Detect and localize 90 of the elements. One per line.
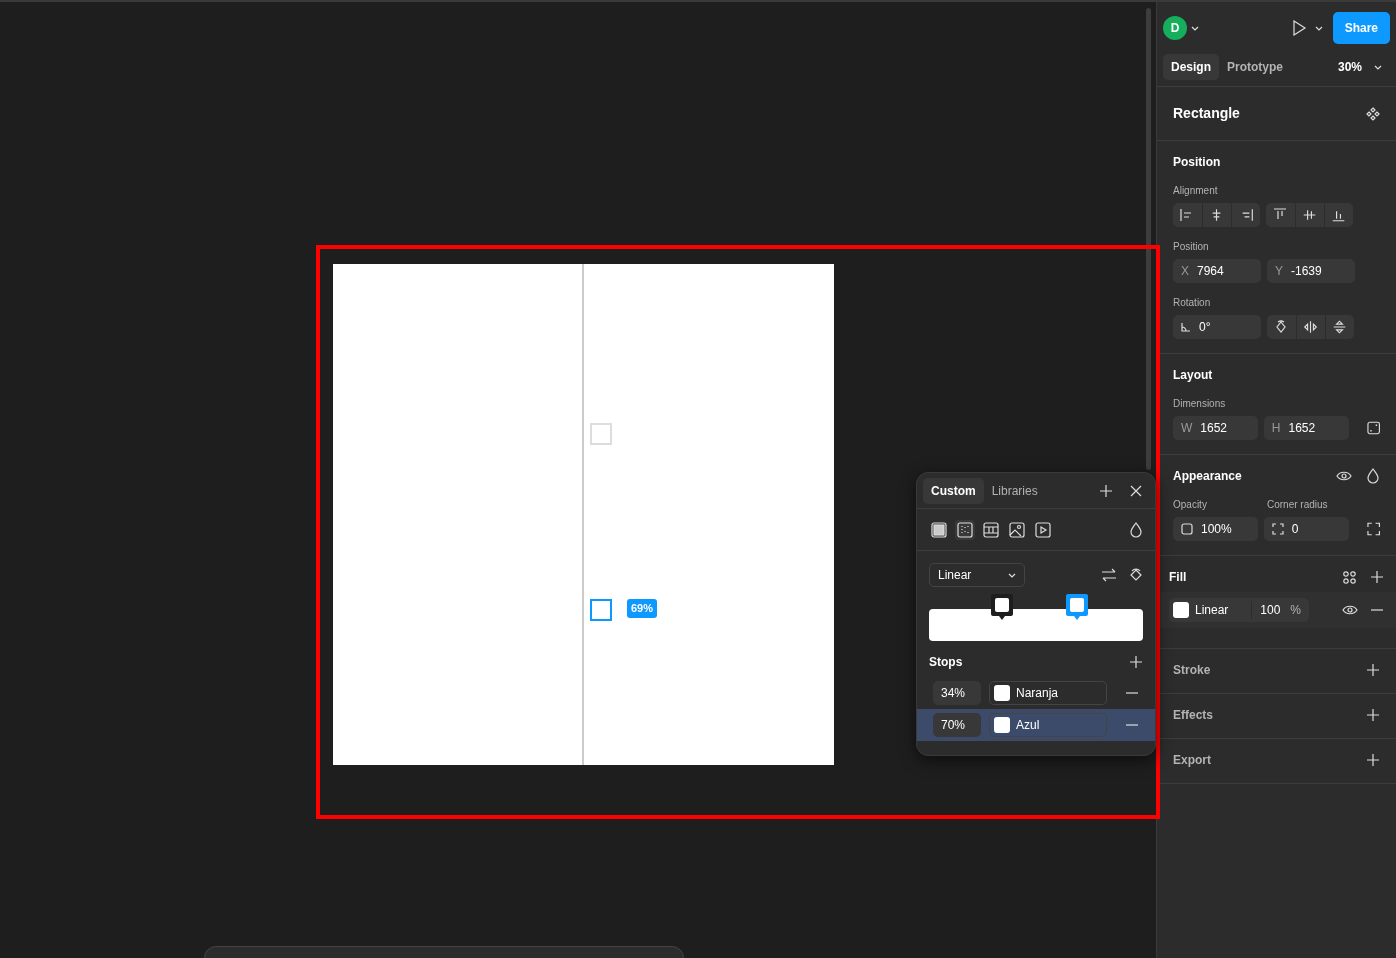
close-icon[interactable] [1129, 483, 1143, 498]
section-title: Appearance [1173, 468, 1243, 485]
opacity-icon [1181, 523, 1193, 535]
field-value: 1652 [1200, 420, 1228, 437]
corner-icon [1271, 523, 1284, 535]
add-icon[interactable] [1370, 570, 1384, 584]
add-icon[interactable] [1129, 655, 1143, 669]
width-input[interactable]: W 1652 [1173, 416, 1258, 440]
section-title: Stroke [1173, 662, 1212, 679]
gradient-fill-icon[interactable] [955, 519, 975, 540]
field-value: 1652 [1288, 420, 1316, 437]
eye-icon[interactable] [1342, 603, 1358, 617]
field-label: Position [1173, 240, 1210, 254]
caret-icon[interactable] [1191, 25, 1199, 31]
stop-color-input[interactable]: Azul [989, 713, 1107, 737]
field-label: X [1181, 263, 1189, 280]
color-swatch[interactable] [994, 717, 1010, 733]
zoom-level[interactable]: 30% [1337, 58, 1362, 76]
stop-row[interactable]: 34% Naranja [917, 677, 1155, 709]
section-title: Stops [929, 654, 964, 671]
section-title: Effects [1173, 707, 1214, 724]
color-swatch[interactable] [1173, 602, 1189, 618]
play-icon[interactable] [1291, 20, 1307, 36]
gradient-stop-handle[interactable] [989, 593, 1014, 621]
rotate-icon[interactable] [1129, 567, 1143, 583]
field-label: Y [1275, 263, 1283, 280]
x-input[interactable]: X 7964 [1173, 259, 1261, 283]
tab[interactable]: Prototype [1219, 54, 1292, 80]
tab[interactable]: Custom [923, 477, 984, 504]
stop-color-input[interactable]: Naranja [989, 681, 1107, 705]
resize-icon[interactable] [1366, 421, 1380, 435]
field-label: Alignment [1173, 184, 1219, 198]
field-value: 7964 [1197, 263, 1224, 280]
gradient-slider[interactable] [929, 593, 1143, 641]
color-name: Azul [1016, 717, 1040, 734]
field-value: 0 [1291, 521, 1299, 538]
field-label: Dimensions [1173, 397, 1227, 411]
layer-title: Rectangle [1173, 104, 1240, 123]
pattern-fill-icon[interactable] [981, 519, 1001, 540]
section-title: Export [1173, 752, 1212, 769]
rotation-input[interactable]: 0° [1173, 315, 1261, 339]
field-label: Corner radius [1267, 498, 1328, 512]
drop-icon[interactable] [1129, 521, 1143, 538]
field-label: W [1181, 420, 1193, 437]
drop-icon[interactable] [1366, 468, 1380, 484]
tab[interactable]: Design [1163, 54, 1219, 80]
opacity-input[interactable]: 100% [1173, 517, 1258, 541]
caret-icon[interactable] [1374, 64, 1382, 70]
add-icon[interactable] [1366, 663, 1380, 677]
color-name: Naranja [1016, 685, 1059, 702]
add-icon[interactable] [1366, 753, 1380, 767]
field-label: H [1271, 420, 1281, 437]
corners-icon[interactable] [1366, 522, 1380, 536]
gradient-type-dropdown[interactable]: Linear [929, 563, 1025, 587]
add-icon[interactable] [1366, 708, 1380, 722]
height-input[interactable]: H 1652 [1263, 416, 1349, 440]
swap-icon[interactable] [1101, 568, 1117, 582]
field-value: -1639 [1291, 263, 1322, 280]
scrollbar[interactable] [1146, 8, 1151, 470]
corner-radius-input[interactable]: 0 [1263, 517, 1349, 541]
caret-icon[interactable] [1314, 25, 1323, 31]
tab[interactable]: Libraries [983, 477, 1046, 504]
stop-position-input[interactable]: 34% [933, 681, 981, 705]
color-swatch[interactable] [994, 685, 1010, 701]
fill-input[interactable]: Linear 100 % [1169, 598, 1309, 622]
field-value: 100 [1251, 601, 1281, 619]
field-value: 0° [1199, 319, 1211, 336]
position-label: 69% [627, 599, 658, 618]
field-value: 100% [1201, 521, 1232, 538]
field-label: Opacity [1173, 498, 1208, 512]
section-title: Position [1173, 154, 1222, 171]
video-fill-icon[interactable] [1033, 519, 1053, 540]
add-icon[interactable] [1099, 483, 1113, 498]
eye-icon[interactable] [1336, 469, 1352, 483]
gradient-stop-handle[interactable] [590, 598, 612, 621]
caret-icon [1008, 572, 1016, 578]
component-icon[interactable] [1366, 106, 1380, 121]
image-fill-icon[interactable] [1007, 519, 1027, 540]
field-label: Rotation [1173, 296, 1212, 310]
gradient-stop-handle[interactable] [1064, 593, 1089, 621]
section-title: Fill [1169, 569, 1188, 586]
fill-type: Linear [1195, 602, 1230, 619]
angle-icon [1181, 322, 1191, 332]
section-title: Layout [1173, 367, 1214, 384]
solid-fill-icon[interactable] [929, 519, 949, 540]
unit-label: % [1290, 602, 1301, 619]
styles-icon[interactable] [1343, 570, 1356, 584]
stop-row[interactable]: 70% Azul [917, 709, 1155, 741]
stop-position-input[interactable]: 70% [933, 713, 981, 737]
y-input[interactable]: Y -1639 [1267, 259, 1355, 283]
